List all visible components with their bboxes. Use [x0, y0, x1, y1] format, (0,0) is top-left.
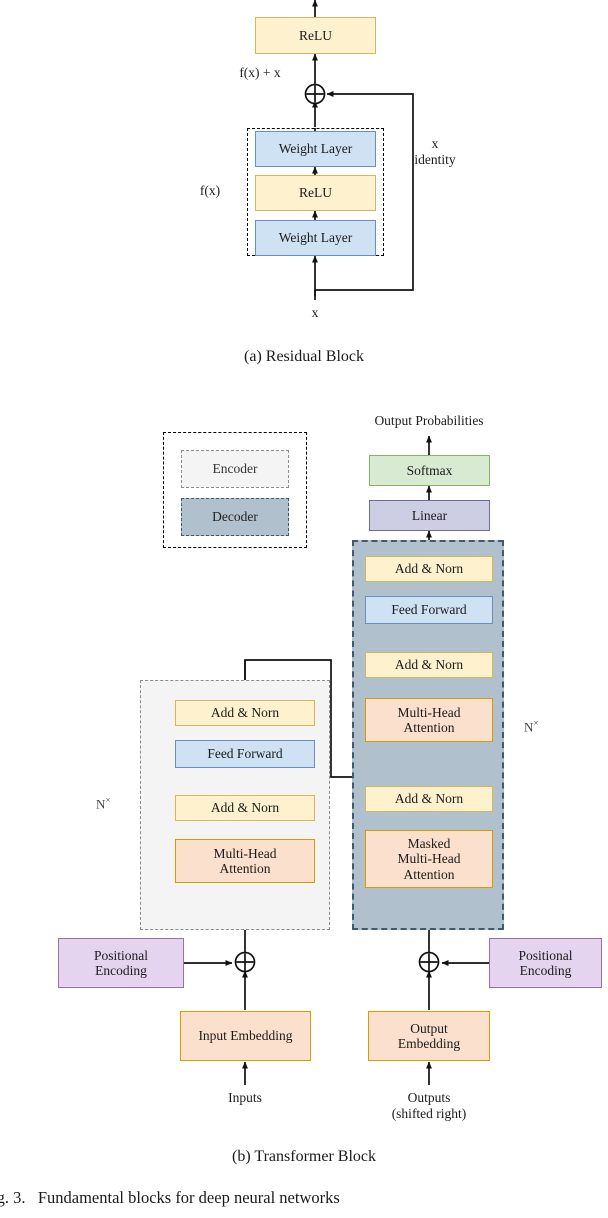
- encoder-add-norm-top-box: Add & Norn: [175, 700, 315, 726]
- residual-input-x-label: x: [311, 305, 319, 320]
- encoder-repeat-times: ×: [105, 795, 111, 805]
- decoder-masked-multi-head-attention-box: Masked Multi-Head Attention: [365, 830, 493, 888]
- identity-label: x identity: [414, 136, 456, 167]
- legend-decoder-swatch: Decoder: [181, 498, 289, 536]
- inputs-label: Inputs: [228, 1090, 262, 1105]
- weight-layer-bottom-box: Weight Layer: [255, 220, 376, 256]
- encoder-feed-forward-box: Feed Forward: [175, 740, 315, 768]
- subcaption-residual-block: (a) Residual Block: [244, 348, 364, 365]
- fx-label: f(x): [199, 183, 221, 198]
- relu-output-box: ReLU: [255, 17, 376, 54]
- output-probabilities-label: Output Probabilities: [374, 413, 484, 428]
- relu-inner-box: ReLU: [255, 175, 376, 211]
- encoder-multi-head-attention-box: Multi-Head Attention: [175, 839, 315, 883]
- encoder-repeat-label: N×: [96, 795, 110, 812]
- output-embedding-box: Output Embedding: [368, 1011, 490, 1061]
- fx-plus-x-label: f(x) + x: [239, 65, 281, 80]
- decoder-repeat-times: ×: [533, 718, 539, 728]
- encoder-repeat-n: N: [96, 796, 106, 812]
- input-embedding-box: Input Embedding: [180, 1011, 311, 1061]
- softmax-box: Softmax: [369, 455, 490, 486]
- decoder-multi-head-attention-box: Multi-Head Attention: [365, 698, 493, 742]
- outputs-label: Outputs (shifted right): [391, 1090, 467, 1121]
- figure-canvas: ReLU Weight Layer ReLU Weight Layer f(x)…: [0, 0, 608, 1218]
- input-positional-encoding-box: Positional Encoding: [58, 938, 184, 988]
- decoder-repeat-n: N: [524, 719, 534, 735]
- figure-caption: ig. 3. Fundamental blocks for deep neura…: [0, 1188, 340, 1207]
- subcaption-transformer-block: (b) Transformer Block: [232, 1148, 376, 1165]
- linear-box: Linear: [369, 500, 490, 531]
- decoder-repeat-label: N×: [524, 718, 538, 735]
- legend-encoder-swatch: Encoder: [181, 450, 289, 488]
- weight-layer-top-box: Weight Layer: [255, 131, 376, 167]
- encoder-add-norm-bottom-box: Add & Norn: [175, 795, 315, 821]
- decoder-add-norm-mid-box: Add & Norn: [365, 652, 493, 678]
- decoder-feed-forward-box: Feed Forward: [365, 596, 493, 624]
- decoder-add-norm-bottom-box: Add & Norn: [365, 786, 493, 812]
- decoder-add-norm-top-box: Add & Norn: [365, 556, 493, 582]
- output-positional-encoding-box: Positional Encoding: [489, 938, 602, 988]
